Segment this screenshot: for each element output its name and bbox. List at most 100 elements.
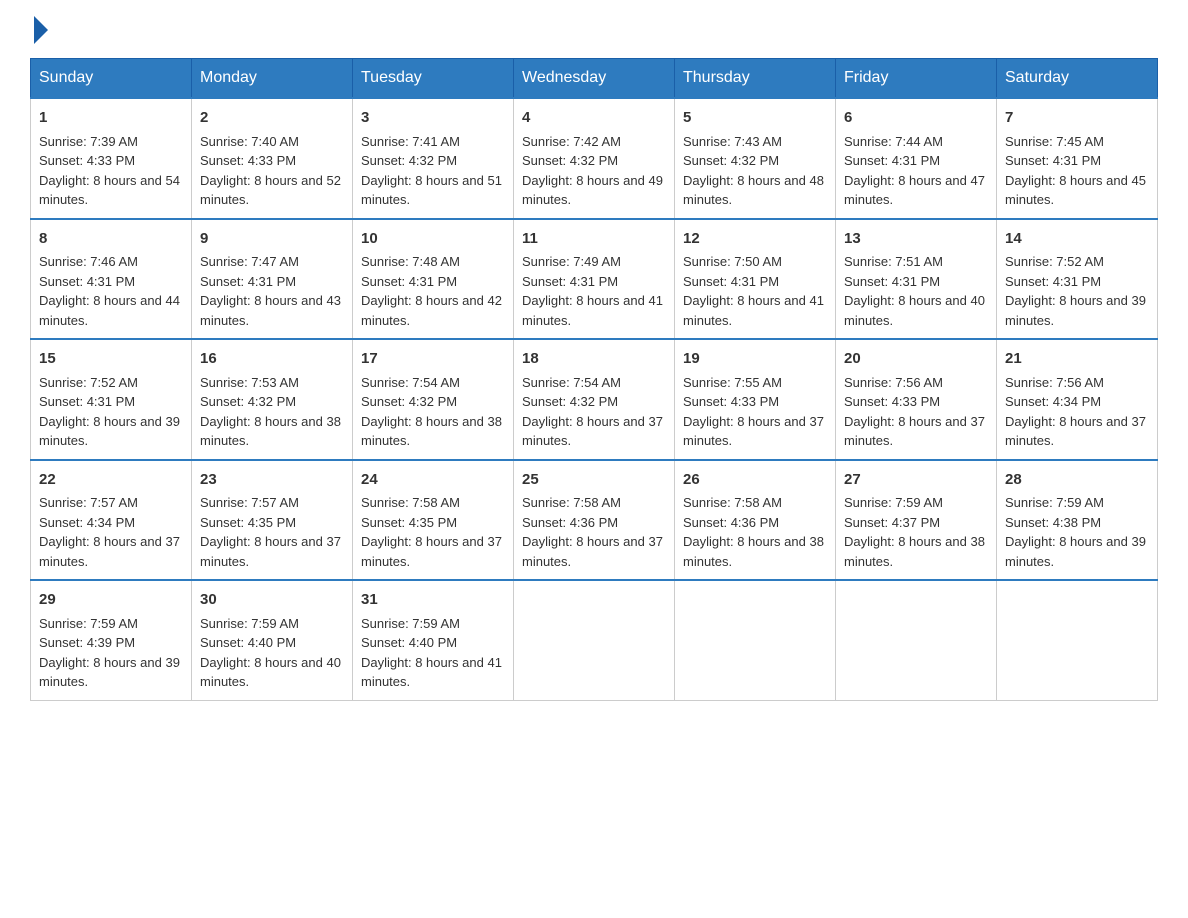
sunset-text: Sunset: 4:33 PM [844, 394, 940, 409]
day-cell-5: 5Sunrise: 7:43 AMSunset: 4:32 PMDaylight… [675, 98, 836, 219]
day-number: 12 [683, 228, 827, 251]
sunset-text: Sunset: 4:31 PM [361, 274, 457, 289]
sunrise-text: Sunrise: 7:44 AM [844, 134, 943, 149]
day-number: 5 [683, 107, 827, 130]
week-row-1: 1Sunrise: 7:39 AMSunset: 4:33 PMDaylight… [31, 98, 1158, 219]
daylight-text: Daylight: 8 hours and 44 minutes. [39, 293, 180, 328]
day-number: 8 [39, 228, 183, 251]
week-row-5: 29Sunrise: 7:59 AMSunset: 4:39 PMDayligh… [31, 580, 1158, 700]
sunset-text: Sunset: 4:32 PM [361, 153, 457, 168]
day-header-wednesday: Wednesday [514, 59, 675, 99]
sunset-text: Sunset: 4:31 PM [844, 274, 940, 289]
week-row-4: 22Sunrise: 7:57 AMSunset: 4:34 PMDayligh… [31, 460, 1158, 581]
daylight-text: Daylight: 8 hours and 41 minutes. [361, 655, 502, 690]
day-number: 28 [1005, 469, 1149, 492]
empty-cell [675, 580, 836, 700]
daylight-text: Daylight: 8 hours and 51 minutes. [361, 173, 502, 208]
daylight-text: Daylight: 8 hours and 52 minutes. [200, 173, 341, 208]
daylight-text: Daylight: 8 hours and 39 minutes. [1005, 534, 1146, 569]
empty-cell [836, 580, 997, 700]
day-cell-4: 4Sunrise: 7:42 AMSunset: 4:32 PMDaylight… [514, 98, 675, 219]
sunset-text: Sunset: 4:33 PM [200, 153, 296, 168]
day-number: 19 [683, 348, 827, 371]
sunset-text: Sunset: 4:31 PM [683, 274, 779, 289]
day-cell-17: 17Sunrise: 7:54 AMSunset: 4:32 PMDayligh… [353, 339, 514, 460]
day-number: 27 [844, 469, 988, 492]
day-cell-25: 25Sunrise: 7:58 AMSunset: 4:36 PMDayligh… [514, 460, 675, 581]
sunrise-text: Sunrise: 7:59 AM [1005, 495, 1104, 510]
daylight-text: Daylight: 8 hours and 41 minutes. [683, 293, 824, 328]
sunrise-text: Sunrise: 7:40 AM [200, 134, 299, 149]
daylight-text: Daylight: 8 hours and 38 minutes. [200, 414, 341, 449]
sunrise-text: Sunrise: 7:59 AM [844, 495, 943, 510]
sunset-text: Sunset: 4:31 PM [1005, 274, 1101, 289]
day-cell-12: 12 Sunrise: 7:50 AM Sunset: 4:31 PM Dayligh… [675, 219, 836, 340]
day-number: 18 [522, 348, 666, 371]
sunrise-text: Sunrise: 7:57 AM [39, 495, 138, 510]
sunset-text: Sunset: 4:32 PM [361, 394, 457, 409]
day-header-friday: Friday [836, 59, 997, 99]
day-number: 31 [361, 589, 505, 612]
sunset-text: Sunset: 4:36 PM [683, 515, 779, 530]
sunset-text: Sunset: 4:32 PM [522, 153, 618, 168]
day-cell-13: 13 Sunrise: 7:51 AM Sunset: 4:31 PM Dayligh… [836, 219, 997, 340]
day-cell-23: 23Sunrise: 7:57 AMSunset: 4:35 PMDayligh… [192, 460, 353, 581]
daylight-text: Daylight: 8 hours and 39 minutes. [39, 414, 180, 449]
day-cell-1: 1Sunrise: 7:39 AMSunset: 4:33 PMDaylight… [31, 98, 192, 219]
day-number: 29 [39, 589, 183, 612]
empty-cell [514, 580, 675, 700]
day-cell-14: 14Sunrise: 7:52 AMSunset: 4:31 PMDayligh… [997, 219, 1158, 340]
daylight-text: Daylight: 8 hours and 40 minutes. [844, 293, 985, 328]
sunset-text: Sunset: 4:32 PM [683, 153, 779, 168]
daylight-text: Daylight: 8 hours and 41 minutes. [522, 293, 663, 328]
day-cell-29: 29Sunrise: 7:59 AMSunset: 4:39 PMDayligh… [31, 580, 192, 700]
day-cell-18: 18Sunrise: 7:54 AMSunset: 4:32 PMDayligh… [514, 339, 675, 460]
sunrise-text: Sunrise: 7:42 AM [522, 134, 621, 149]
sunrise-text: Sunrise: 7:46 AM [39, 254, 138, 269]
sunrise-text: Sunrise: 7:49 AM [522, 254, 621, 269]
sunset-text: Sunset: 4:36 PM [522, 515, 618, 530]
day-number: 30 [200, 589, 344, 612]
daylight-text: Daylight: 8 hours and 47 minutes. [844, 173, 985, 208]
sunrise-text: Sunrise: 7:59 AM [361, 616, 460, 631]
sunrise-text: Sunrise: 7:52 AM [1005, 254, 1104, 269]
sunrise-text: Sunrise: 7:50 AM [683, 254, 782, 269]
day-number: 21 [1005, 348, 1149, 371]
day-number: 20 [844, 348, 988, 371]
daylight-text: Daylight: 8 hours and 43 minutes. [200, 293, 341, 328]
day-cell-30: 30Sunrise: 7:59 AMSunset: 4:40 PMDayligh… [192, 580, 353, 700]
sunrise-text: Sunrise: 7:55 AM [683, 375, 782, 390]
sunset-text: Sunset: 4:40 PM [200, 635, 296, 650]
sunset-text: Sunset: 4:31 PM [1005, 153, 1101, 168]
day-number: 11 [522, 228, 666, 251]
day-cell-22: 22Sunrise: 7:57 AMSunset: 4:34 PMDayligh… [31, 460, 192, 581]
sunset-text: Sunset: 4:34 PM [1005, 394, 1101, 409]
day-number: 13 [844, 228, 988, 251]
sunset-text: Sunset: 4:35 PM [200, 515, 296, 530]
daylight-text: Daylight: 8 hours and 39 minutes. [1005, 293, 1146, 328]
sunset-text: Sunset: 4:32 PM [200, 394, 296, 409]
daylight-text: Daylight: 8 hours and 37 minutes. [1005, 414, 1146, 449]
sunrise-text: Sunrise: 7:56 AM [1005, 375, 1104, 390]
daylight-text: Daylight: 8 hours and 39 minutes. [39, 655, 180, 690]
day-cell-24: 24Sunrise: 7:58 AMSunset: 4:35 PMDayligh… [353, 460, 514, 581]
sunset-text: Sunset: 4:33 PM [683, 394, 779, 409]
daylight-text: Daylight: 8 hours and 42 minutes. [361, 293, 502, 328]
daylight-text: Daylight: 8 hours and 37 minutes. [844, 414, 985, 449]
sunrise-text: Sunrise: 7:45 AM [1005, 134, 1104, 149]
sunset-text: Sunset: 4:34 PM [39, 515, 135, 530]
day-number: 26 [683, 469, 827, 492]
daylight-text: Daylight: 8 hours and 48 minutes. [683, 173, 824, 208]
sunset-text: Sunset: 4:33 PM [39, 153, 135, 168]
sunrise-text: Sunrise: 7:59 AM [200, 616, 299, 631]
day-cell-11: 11Sunrise: 7:49 AMSunset: 4:31 PMDayligh… [514, 219, 675, 340]
day-cell-21: 21 Sunrise: 7:56 AM Sunset: 4:34 PM Dayligh… [997, 339, 1158, 460]
sunrise-text: Sunrise: 7:47 AM [200, 254, 299, 269]
day-number: 9 [200, 228, 344, 251]
day-number: 2 [200, 107, 344, 130]
sunset-text: Sunset: 4:31 PM [39, 274, 135, 289]
sunrise-text: Sunrise: 7:51 AM [844, 254, 943, 269]
day-header-tuesday: Tuesday [353, 59, 514, 99]
empty-cell [997, 580, 1158, 700]
day-number: 25 [522, 469, 666, 492]
